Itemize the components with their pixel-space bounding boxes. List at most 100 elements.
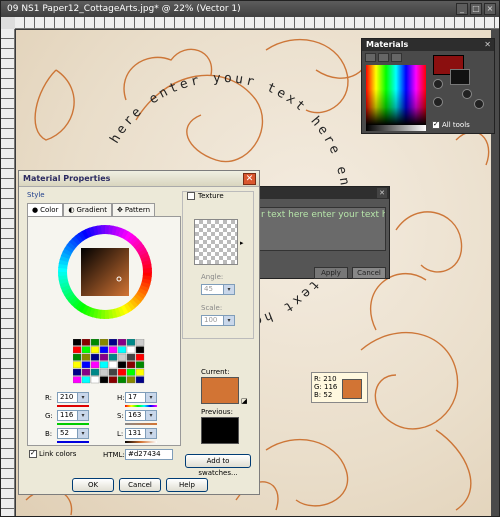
palette-swatch[interactable]	[126, 346, 136, 354]
palette-swatch[interactable]	[90, 353, 100, 361]
palette-swatch[interactable]	[81, 376, 91, 384]
palette-swatch[interactable]	[135, 353, 145, 361]
palette-swatch[interactable]	[117, 353, 127, 361]
spin-icon[interactable]: ▾	[145, 411, 156, 420]
palette-swatch[interactable]	[108, 346, 118, 354]
spin-icon[interactable]: ▾	[223, 285, 234, 294]
palette-swatch[interactable]	[99, 361, 109, 369]
previous-color-swatch[interactable]	[201, 417, 239, 444]
texture-icon[interactable]	[474, 99, 484, 109]
palette-swatch[interactable]	[117, 346, 127, 354]
fg-style-icon[interactable]	[433, 79, 443, 89]
palette-swatch[interactable]	[81, 361, 91, 369]
palette-swatch[interactable]	[126, 339, 136, 346]
palette-swatch[interactable]	[90, 361, 100, 369]
spin-icon[interactable]: ▾	[77, 429, 88, 438]
frame-tab[interactable]	[365, 53, 376, 62]
r-field[interactable]: 210 ▾	[57, 392, 89, 403]
palette-swatch[interactable]	[135, 346, 145, 354]
palette-swatch[interactable]	[99, 376, 109, 384]
close-button[interactable]: ×	[484, 3, 496, 15]
basic-colors-grid[interactable]	[73, 339, 145, 384]
palette-swatch[interactable]	[81, 346, 91, 354]
palette-swatch[interactable]	[90, 339, 100, 346]
palette-swatch[interactable]	[117, 376, 127, 384]
cancel-button[interactable]: Cancel	[352, 267, 386, 279]
palette-swatch[interactable]	[126, 353, 136, 361]
palette-swatch[interactable]	[117, 361, 127, 369]
palette-swatch[interactable]	[73, 339, 82, 346]
palette-swatch[interactable]	[99, 353, 109, 361]
palette-swatch[interactable]	[117, 339, 127, 346]
palette-swatch[interactable]	[108, 353, 118, 361]
s-field[interactable]: 163 ▾	[125, 410, 157, 421]
spin-icon[interactable]: ▾	[223, 316, 234, 325]
html-color-input[interactable]: #d27434	[125, 449, 173, 460]
tab-pattern[interactable]: ✥ Pattern	[111, 203, 156, 216]
bg-style-icon[interactable]	[433, 97, 443, 107]
all-tools-checkbox[interactable]: All tools	[432, 120, 470, 129]
background-swatch[interactable]	[450, 69, 470, 85]
palette-swatch[interactable]	[73, 353, 82, 361]
color-wheel[interactable]	[57, 224, 153, 320]
close-icon[interactable]: ✕	[377, 188, 387, 198]
spin-icon[interactable]: ▾	[145, 393, 156, 402]
palette-swatch[interactable]	[73, 376, 82, 384]
palette-swatch[interactable]	[135, 339, 145, 346]
add-to-swatches-button[interactable]: Add to swatches...	[185, 454, 251, 477]
texture-checkbox[interactable]: Texture	[187, 192, 224, 200]
palette-swatch[interactable]	[81, 339, 91, 346]
palette-swatch[interactable]	[108, 339, 118, 346]
palette-swatch[interactable]	[81, 368, 91, 376]
palette-swatch[interactable]	[90, 376, 100, 384]
saturation-square[interactable]	[81, 248, 129, 296]
palette-swatch[interactable]	[126, 361, 136, 369]
g-field[interactable]: 116 ▾	[57, 410, 89, 421]
swatches-tab[interactable]	[391, 53, 402, 62]
b-field[interactable]: 52 ▾	[57, 428, 89, 439]
palette-swatch[interactable]	[73, 368, 82, 376]
dropdown-arrow-icon[interactable]: ▸	[240, 239, 244, 247]
palette-swatch[interactable]	[81, 353, 91, 361]
eyedropper-icon[interactable]: ◪	[241, 397, 248, 405]
palette-close-icon[interactable]: ✕	[484, 39, 491, 51]
help-button[interactable]: Help	[166, 478, 208, 492]
hue-segment[interactable]	[142, 267, 152, 273]
text-entry-title-bar[interactable]: ✕	[254, 187, 389, 199]
color-spectrum[interactable]	[366, 65, 426, 125]
ok-button[interactable]: OK	[72, 478, 114, 492]
dialog-title-bar[interactable]: Material Properties ✕	[19, 171, 259, 187]
texture-preview[interactable]	[194, 219, 238, 265]
spin-icon[interactable]: ▾	[145, 429, 156, 438]
spin-icon[interactable]: ▾	[77, 393, 88, 402]
palette-swatch[interactable]	[73, 361, 82, 369]
text-entry-field[interactable]: r text here enter your text here	[258, 207, 386, 251]
palette-swatch[interactable]	[99, 346, 109, 354]
palette-swatch[interactable]	[108, 368, 118, 376]
close-icon[interactable]: ✕	[243, 173, 256, 185]
tab-color[interactable]: ● Color	[27, 203, 64, 216]
palette-swatch[interactable]	[108, 376, 118, 384]
angle-field[interactable]: 45 ▾	[201, 284, 235, 295]
rainbow-tab[interactable]	[378, 53, 389, 62]
h-field[interactable]: 17 ▾	[125, 392, 157, 403]
palette-swatch[interactable]	[126, 368, 136, 376]
palette-swatch[interactable]	[135, 376, 145, 384]
window-titlebar[interactable]: 09 NS1 Paper12_CottageArts.jpg* @ 22% (V…	[1, 1, 499, 17]
palette-swatch[interactable]	[73, 346, 82, 354]
tab-gradient[interactable]: ◐ Gradient	[63, 203, 112, 216]
palette-swatch[interactable]	[135, 368, 145, 376]
link-colors-checkbox[interactable]: Link colors	[29, 449, 76, 458]
palette-swatch[interactable]	[126, 376, 136, 384]
palette-swatch[interactable]	[90, 368, 100, 376]
palette-swatch[interactable]	[90, 346, 100, 354]
palette-swatch[interactable]	[99, 368, 109, 376]
apply-button[interactable]: Apply	[314, 267, 348, 279]
maximize-button[interactable]: □	[470, 3, 482, 15]
swap-icon[interactable]	[462, 89, 472, 99]
cancel-button[interactable]: Cancel	[119, 478, 161, 492]
materials-title-bar[interactable]: Materials ✕	[362, 39, 494, 51]
palette-swatch[interactable]	[117, 368, 127, 376]
palette-swatch[interactable]	[108, 361, 118, 369]
l-field[interactable]: 131 ▾	[125, 428, 157, 439]
